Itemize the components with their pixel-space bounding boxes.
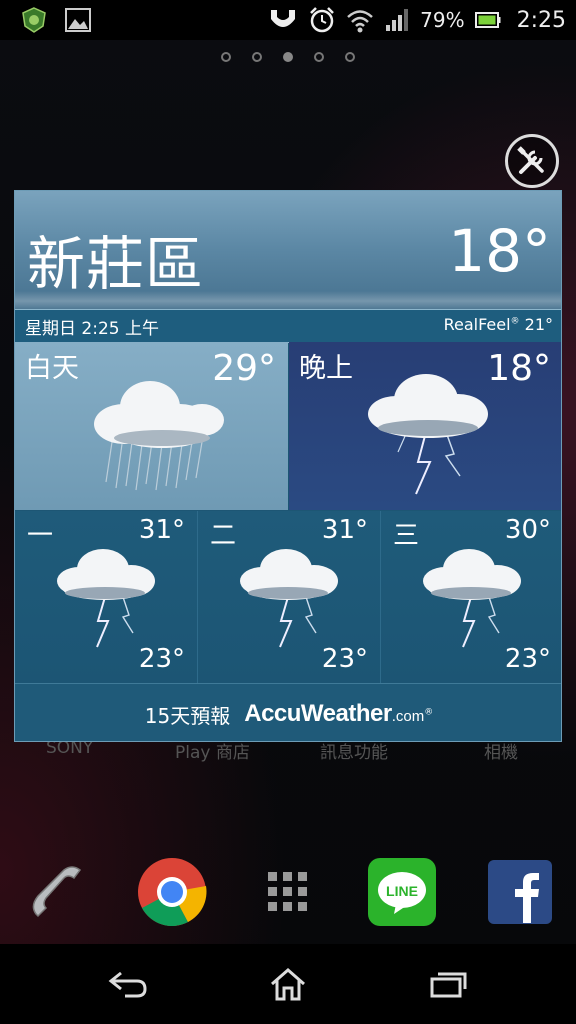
line-app[interactable]: LINE xyxy=(366,856,438,928)
status-bar: 79% 2:25 xyxy=(0,0,576,40)
cloud-thunder-icon xyxy=(423,549,521,648)
usb-icon xyxy=(271,10,296,27)
clock: 2:25 xyxy=(516,7,566,33)
current-temperature: 18° xyxy=(448,217,551,285)
forecast-row[interactable]: 一 31° 23° 二 31° 23° 三 30° 23° xyxy=(15,511,561,683)
home-button[interactable] xyxy=(258,964,318,1004)
cloud-thunder-icon xyxy=(57,549,155,648)
cloud-thunder-icon xyxy=(368,374,488,495)
back-icon xyxy=(108,971,147,998)
dock: LINE xyxy=(0,850,576,940)
back-button[interactable] xyxy=(98,964,158,1004)
alarm-icon xyxy=(310,7,335,33)
page-dot xyxy=(221,52,231,62)
night-label: 晚上 xyxy=(299,353,353,384)
location-name: 新莊區 xyxy=(27,230,205,298)
page-indicator xyxy=(0,52,576,62)
page-dot xyxy=(345,52,355,62)
forecast-day[interactable]: 一 31° 23° xyxy=(15,511,198,683)
gallery-icon xyxy=(65,8,91,32)
app-shield-icon xyxy=(22,7,46,33)
forecast-low: 23° xyxy=(321,644,368,674)
forecast-low: 23° xyxy=(138,644,185,674)
cloud-thunder-icon xyxy=(240,549,338,648)
app-grid-icon xyxy=(268,872,307,911)
forecast-day[interactable]: 三 30° 23° xyxy=(381,511,561,683)
forecast-low: 23° xyxy=(504,644,551,674)
app-drawer-button[interactable] xyxy=(252,856,324,928)
facebook-app[interactable] xyxy=(484,856,556,928)
date-time: 星期日 2:25 上午 xyxy=(25,319,159,339)
facebook-icon xyxy=(488,860,552,924)
line-icon: LINE xyxy=(368,858,436,926)
recent-apps-icon xyxy=(430,972,467,998)
signal-icon xyxy=(386,9,409,31)
weather-widget[interactable]: 新莊區 18° 星期日 2:25 上午 RealFeel® 21° 白天 29°… xyxy=(14,190,562,742)
15-day-forecast-link[interactable]: 15天預報 xyxy=(145,700,230,729)
page-dot xyxy=(252,52,262,62)
navigation-bar xyxy=(0,944,576,1024)
info-bar: 星期日 2:25 上午 RealFeel® 21° xyxy=(15,309,561,343)
wifi-icon xyxy=(347,10,373,33)
widget-footer[interactable]: 15天預報 AccuWeather.com® xyxy=(15,683,561,741)
widget-header: 新莊區 18° xyxy=(15,191,561,311)
svg-text:LINE: LINE xyxy=(386,883,418,899)
chrome-icon xyxy=(138,858,207,926)
tools-icon xyxy=(517,146,544,174)
phone-icon xyxy=(32,866,82,918)
cloud-rain-icon xyxy=(93,381,224,491)
battery-icon xyxy=(474,12,501,28)
chrome-app[interactable] xyxy=(136,856,208,928)
phone-app[interactable] xyxy=(20,856,92,928)
accuweather-logo: AccuWeather.com® xyxy=(244,700,434,727)
recent-apps-button[interactable] xyxy=(418,964,478,1004)
night-panel[interactable]: 晚上 18° xyxy=(289,342,561,510)
page-dot-active xyxy=(283,52,293,62)
day-panel[interactable]: 白天 29° xyxy=(15,342,288,510)
battery-percent: 79% xyxy=(420,8,465,32)
home-icon xyxy=(271,968,305,1001)
widget-settings-button[interactable] xyxy=(505,134,559,188)
page-dot xyxy=(314,52,324,62)
realfeel: RealFeel® 21° xyxy=(443,315,553,334)
forecast-day[interactable]: 二 31° 23° xyxy=(198,511,381,683)
